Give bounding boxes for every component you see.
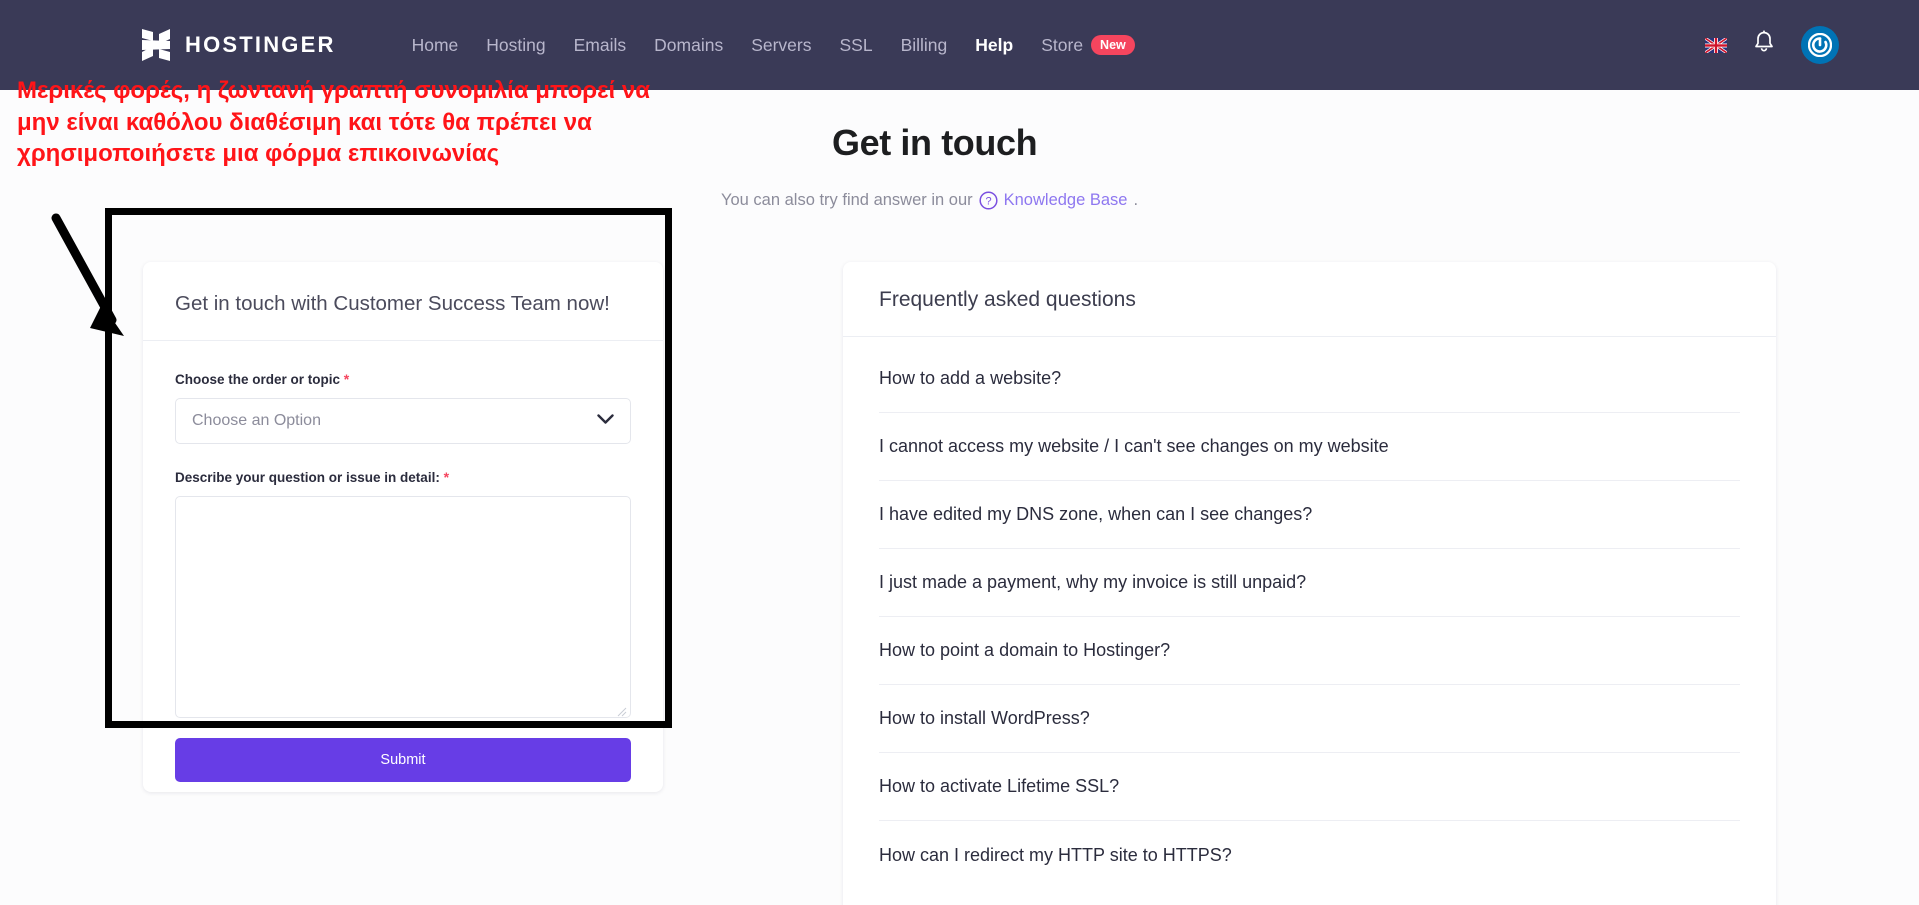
nav-item-billing[interactable]: Billing: [901, 35, 948, 56]
faq-header: Frequently asked questions: [843, 262, 1776, 337]
form-card-body: Choose the order or topic * Choose an Op…: [143, 341, 663, 782]
detail-required-asterisk: *: [443, 468, 450, 485]
topic-field-label: Choose the order or topic *: [175, 371, 631, 387]
faq-item[interactable]: How to add a website?: [879, 345, 1740, 413]
topic-label-text: Choose the order or topic: [175, 371, 341, 387]
submit-button[interactable]: Submit: [175, 737, 631, 782]
faq-item[interactable]: I cannot access my website / I can't see…: [879, 413, 1740, 481]
faq-item[interactable]: How to point a domain to Hostinger?: [879, 617, 1740, 685]
subtitle-period: .: [1133, 191, 1139, 209]
nav-left-group: HOSTINGER Home Hosting Emails Domains Se…: [140, 27, 1135, 63]
nav-item-store[interactable]: Store New: [1041, 35, 1135, 56]
detail-label-text: Describe your question or issue in detai…: [175, 469, 440, 485]
brand-name: HOSTINGER: [185, 32, 336, 57]
topic-select[interactable]: Choose an Option: [175, 397, 631, 444]
nav-item-help[interactable]: Help: [975, 35, 1013, 56]
page-subtitle-prefix: You can also try find answer in our: [721, 191, 973, 209]
topic-required-asterisk: *: [343, 370, 350, 387]
nav-item-ssl[interactable]: SSL: [840, 35, 873, 56]
faq-item[interactable]: How to activate Lifetime SSL?: [879, 753, 1740, 821]
hostinger-h-logo-icon: [140, 27, 172, 63]
faq-item[interactable]: I just made a payment, why my invoice is…: [879, 549, 1740, 617]
nav-item-servers[interactable]: Servers: [751, 35, 811, 56]
detail-textarea[interactable]: [175, 495, 631, 718]
svg-text:?: ?: [985, 196, 991, 208]
faq-heading: Frequently asked questions: [879, 288, 1136, 311]
nav-links-group: Home Hosting Emails Domains Servers SSL …: [412, 35, 1135, 56]
textarea-resize-handle[interactable]: [617, 704, 627, 717]
page-subtitle: You can also try find answer in our ? Kn…: [721, 191, 1138, 210]
hostinger-logo[interactable]: HOSTINGER: [140, 27, 336, 63]
chevron-down-icon: [597, 412, 614, 430]
notification-bell-icon[interactable]: [1753, 30, 1775, 60]
question-mark-circle-icon: ?: [979, 191, 998, 210]
uk-flag-icon[interactable]: [1705, 37, 1727, 53]
faq-list: How to add a website? I cannot access my…: [843, 345, 1776, 889]
form-card-header: Get in touch with Customer Success Team …: [143, 262, 663, 341]
nav-item-domains[interactable]: Domains: [654, 35, 723, 56]
faq-item[interactable]: How can I redirect my HTTP site to HTTPS…: [879, 821, 1740, 889]
nav-item-hosting[interactable]: Hosting: [486, 35, 545, 56]
topic-select-value: Choose an Option: [192, 411, 321, 429]
annotation-caption: Μερικές φορές, η ζωντανή γραπτή συνομιλί…: [17, 77, 650, 168]
faq-item[interactable]: I have edited my DNS zone, when can I se…: [879, 481, 1740, 549]
detail-field-label: Describe your question or issue in detai…: [175, 469, 631, 485]
page-root: HOSTINGER Home Hosting Emails Domains Se…: [0, 0, 1919, 905]
nav-item-home[interactable]: Home: [412, 35, 459, 56]
nav-right-group: [1705, 26, 1839, 64]
faq-item[interactable]: How to install WordPress?: [879, 685, 1740, 753]
form-card-title: Get in touch with Customer Success Team …: [175, 292, 610, 315]
page-content: Get in touch You can also try find answe…: [0, 90, 1919, 905]
faq-card: Frequently asked questions How to add a …: [843, 262, 1776, 905]
page-title: Get in touch: [832, 122, 1038, 163]
nav-item-store-label: Store: [1041, 34, 1084, 55]
contact-form-card: Get in touch with Customer Success Team …: [143, 262, 663, 792]
store-new-badge: New: [1091, 35, 1135, 55]
nav-item-emails[interactable]: Emails: [574, 35, 627, 56]
user-avatar-icon[interactable]: [1801, 26, 1839, 64]
knowledge-base-link[interactable]: Knowledge Base: [1004, 191, 1128, 210]
